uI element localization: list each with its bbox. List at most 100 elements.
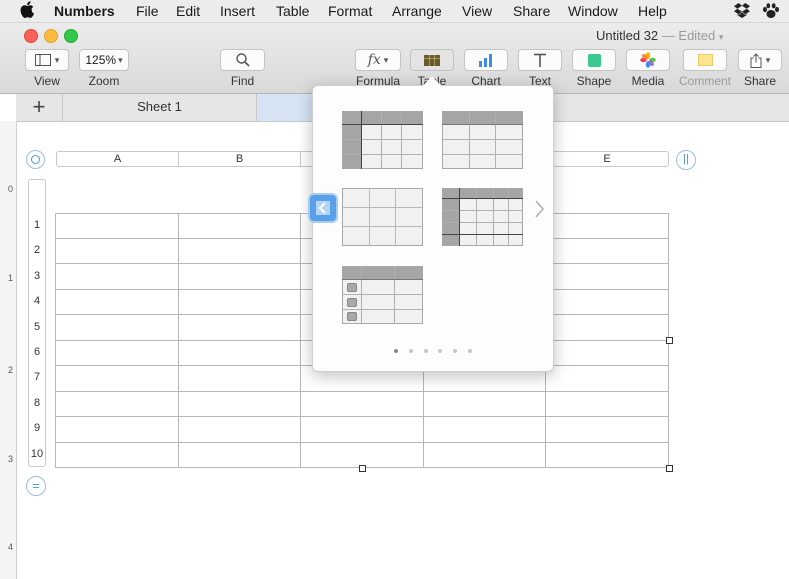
table-style-header-row[interactable]: [442, 111, 523, 169]
pause-lines-icon: ||: [683, 153, 689, 165]
share-icon: [750, 52, 762, 68]
menu-file[interactable]: File: [136, 2, 159, 20]
column-header-e[interactable]: E: [545, 151, 669, 167]
add-sheet-button[interactable]: +: [16, 94, 63, 121]
row-header-3[interactable]: 3: [28, 270, 46, 282]
ruler-mark: 0: [8, 184, 14, 194]
document-title[interactable]: Untitled 32: [596, 28, 658, 43]
share-label: Share: [743, 74, 777, 88]
page-dot-1[interactable]: [394, 349, 398, 353]
table-style-header-row-column[interactable]: [342, 111, 423, 169]
chevron-down-icon: ▾: [54, 54, 60, 65]
share-button[interactable]: ▾: [738, 49, 782, 71]
zoom-label: Zoom: [88, 74, 120, 88]
sidebar-icon: [34, 54, 51, 66]
tab-selected-highlight: [257, 94, 317, 121]
shape-button[interactable]: [572, 49, 616, 71]
menu-help[interactable]: Help: [638, 2, 667, 20]
window-toolbar: Untitled 32 — Edited ▾ ▾ View 125% ▾ Zoo…: [0, 23, 789, 94]
menu-insert[interactable]: Insert: [220, 2, 255, 20]
page-dot-3[interactable]: [424, 349, 428, 353]
table-style-header-footer[interactable]: [442, 188, 523, 246]
column-header-a[interactable]: A: [56, 151, 179, 167]
table-button[interactable]: [410, 49, 454, 71]
view-label: View: [34, 74, 60, 88]
menu-share[interactable]: Share: [513, 2, 550, 20]
photos-icon: [640, 52, 656, 68]
find-button[interactable]: [220, 49, 265, 71]
view-button[interactable]: ▾: [25, 49, 69, 71]
add-row-handle[interactable]: =: [26, 476, 46, 496]
chevron-right-icon[interactable]: [535, 200, 545, 218]
row-header-2[interactable]: 2: [28, 244, 46, 256]
row-header-8[interactable]: 8: [28, 397, 46, 409]
row-header-1[interactable]: 1: [28, 219, 46, 231]
resize-handle-right[interactable]: [666, 337, 673, 344]
media-button[interactable]: [626, 49, 670, 71]
text-button[interactable]: [518, 49, 562, 71]
row-header-9[interactable]: 9: [28, 422, 46, 434]
menu-table[interactable]: Table: [276, 2, 309, 20]
shape-label: Shape: [576, 74, 612, 88]
bar-chart-icon: [479, 53, 492, 67]
search-icon: [235, 53, 250, 67]
table-style-popover: [312, 85, 554, 372]
document-status: — Edited: [661, 28, 716, 43]
chevron-down-icon: ▾: [383, 54, 389, 65]
ruler-mark: 4: [8, 542, 14, 552]
resize-handle-bottom[interactable]: [359, 465, 366, 472]
comment-button[interactable]: [683, 49, 727, 71]
equals-icon: =: [32, 478, 40, 493]
table-style-checklist[interactable]: [342, 266, 423, 324]
row-header-4[interactable]: 4: [28, 295, 46, 307]
select-table-handle[interactable]: [26, 150, 45, 169]
page-dot-2[interactable]: [409, 349, 413, 353]
add-column-handle[interactable]: ||: [676, 150, 696, 170]
menu-bar: Numbers File Edit Insert Table Format Ar…: [0, 0, 789, 23]
page-dot-6[interactable]: [468, 349, 472, 353]
chart-button[interactable]: [464, 49, 508, 71]
popover-pointer: [423, 76, 441, 86]
circle-icon: [31, 155, 40, 164]
window-title: Untitled 32 — Edited ▾: [596, 28, 723, 43]
previous-page-button[interactable]: [310, 195, 336, 221]
comment-label: Comment: [678, 74, 731, 88]
chevron-left-icon: [316, 201, 330, 215]
find-label: Find: [230, 74, 255, 88]
text-icon: [534, 53, 546, 67]
chevron-down-icon: ▾: [118, 54, 123, 65]
row-header-6[interactable]: 6: [28, 346, 46, 358]
paw-icon[interactable]: [762, 3, 780, 23]
formula-button[interactable]: fx ▾: [355, 49, 401, 71]
row-header-10[interactable]: 10: [28, 448, 46, 460]
comment-icon: [697, 54, 713, 66]
row-header-5[interactable]: 5: [28, 321, 46, 333]
resize-handle-corner[interactable]: [666, 465, 673, 472]
shape-icon: [587, 53, 601, 67]
media-label: Media: [631, 74, 665, 88]
column-header-b[interactable]: B: [178, 151, 301, 167]
zoom-window-button[interactable]: [64, 29, 78, 43]
page-dot-5[interactable]: [453, 349, 457, 353]
ruler-mark: 1: [8, 273, 14, 283]
vertical-ruler: 0 1 2 3 4: [0, 121, 17, 579]
close-window-button[interactable]: [24, 29, 38, 43]
menu-format[interactable]: Format: [328, 2, 372, 20]
menu-app-name[interactable]: Numbers: [54, 2, 115, 20]
ruler-mark: 3: [8, 454, 14, 464]
table-style-plain[interactable]: [342, 188, 423, 246]
dropbox-icon[interactable]: [734, 3, 750, 22]
menu-arrange[interactable]: Arrange: [392, 2, 442, 20]
chevron-down-icon: ▾: [765, 54, 771, 65]
function-icon: fx: [367, 52, 381, 68]
minimize-window-button[interactable]: [44, 29, 58, 43]
menu-window[interactable]: Window: [568, 2, 618, 20]
zoom-button[interactable]: 125% ▾: [79, 49, 129, 71]
chevron-down-icon: ▾: [718, 32, 724, 42]
page-dot-4[interactable]: [438, 349, 442, 353]
menu-view[interactable]: View: [462, 2, 492, 20]
tab-sheet-1[interactable]: Sheet 1: [63, 94, 257, 121]
row-header-7[interactable]: 7: [28, 371, 46, 383]
apple-menu-icon[interactable]: [20, 1, 34, 22]
menu-edit[interactable]: Edit: [176, 2, 200, 20]
